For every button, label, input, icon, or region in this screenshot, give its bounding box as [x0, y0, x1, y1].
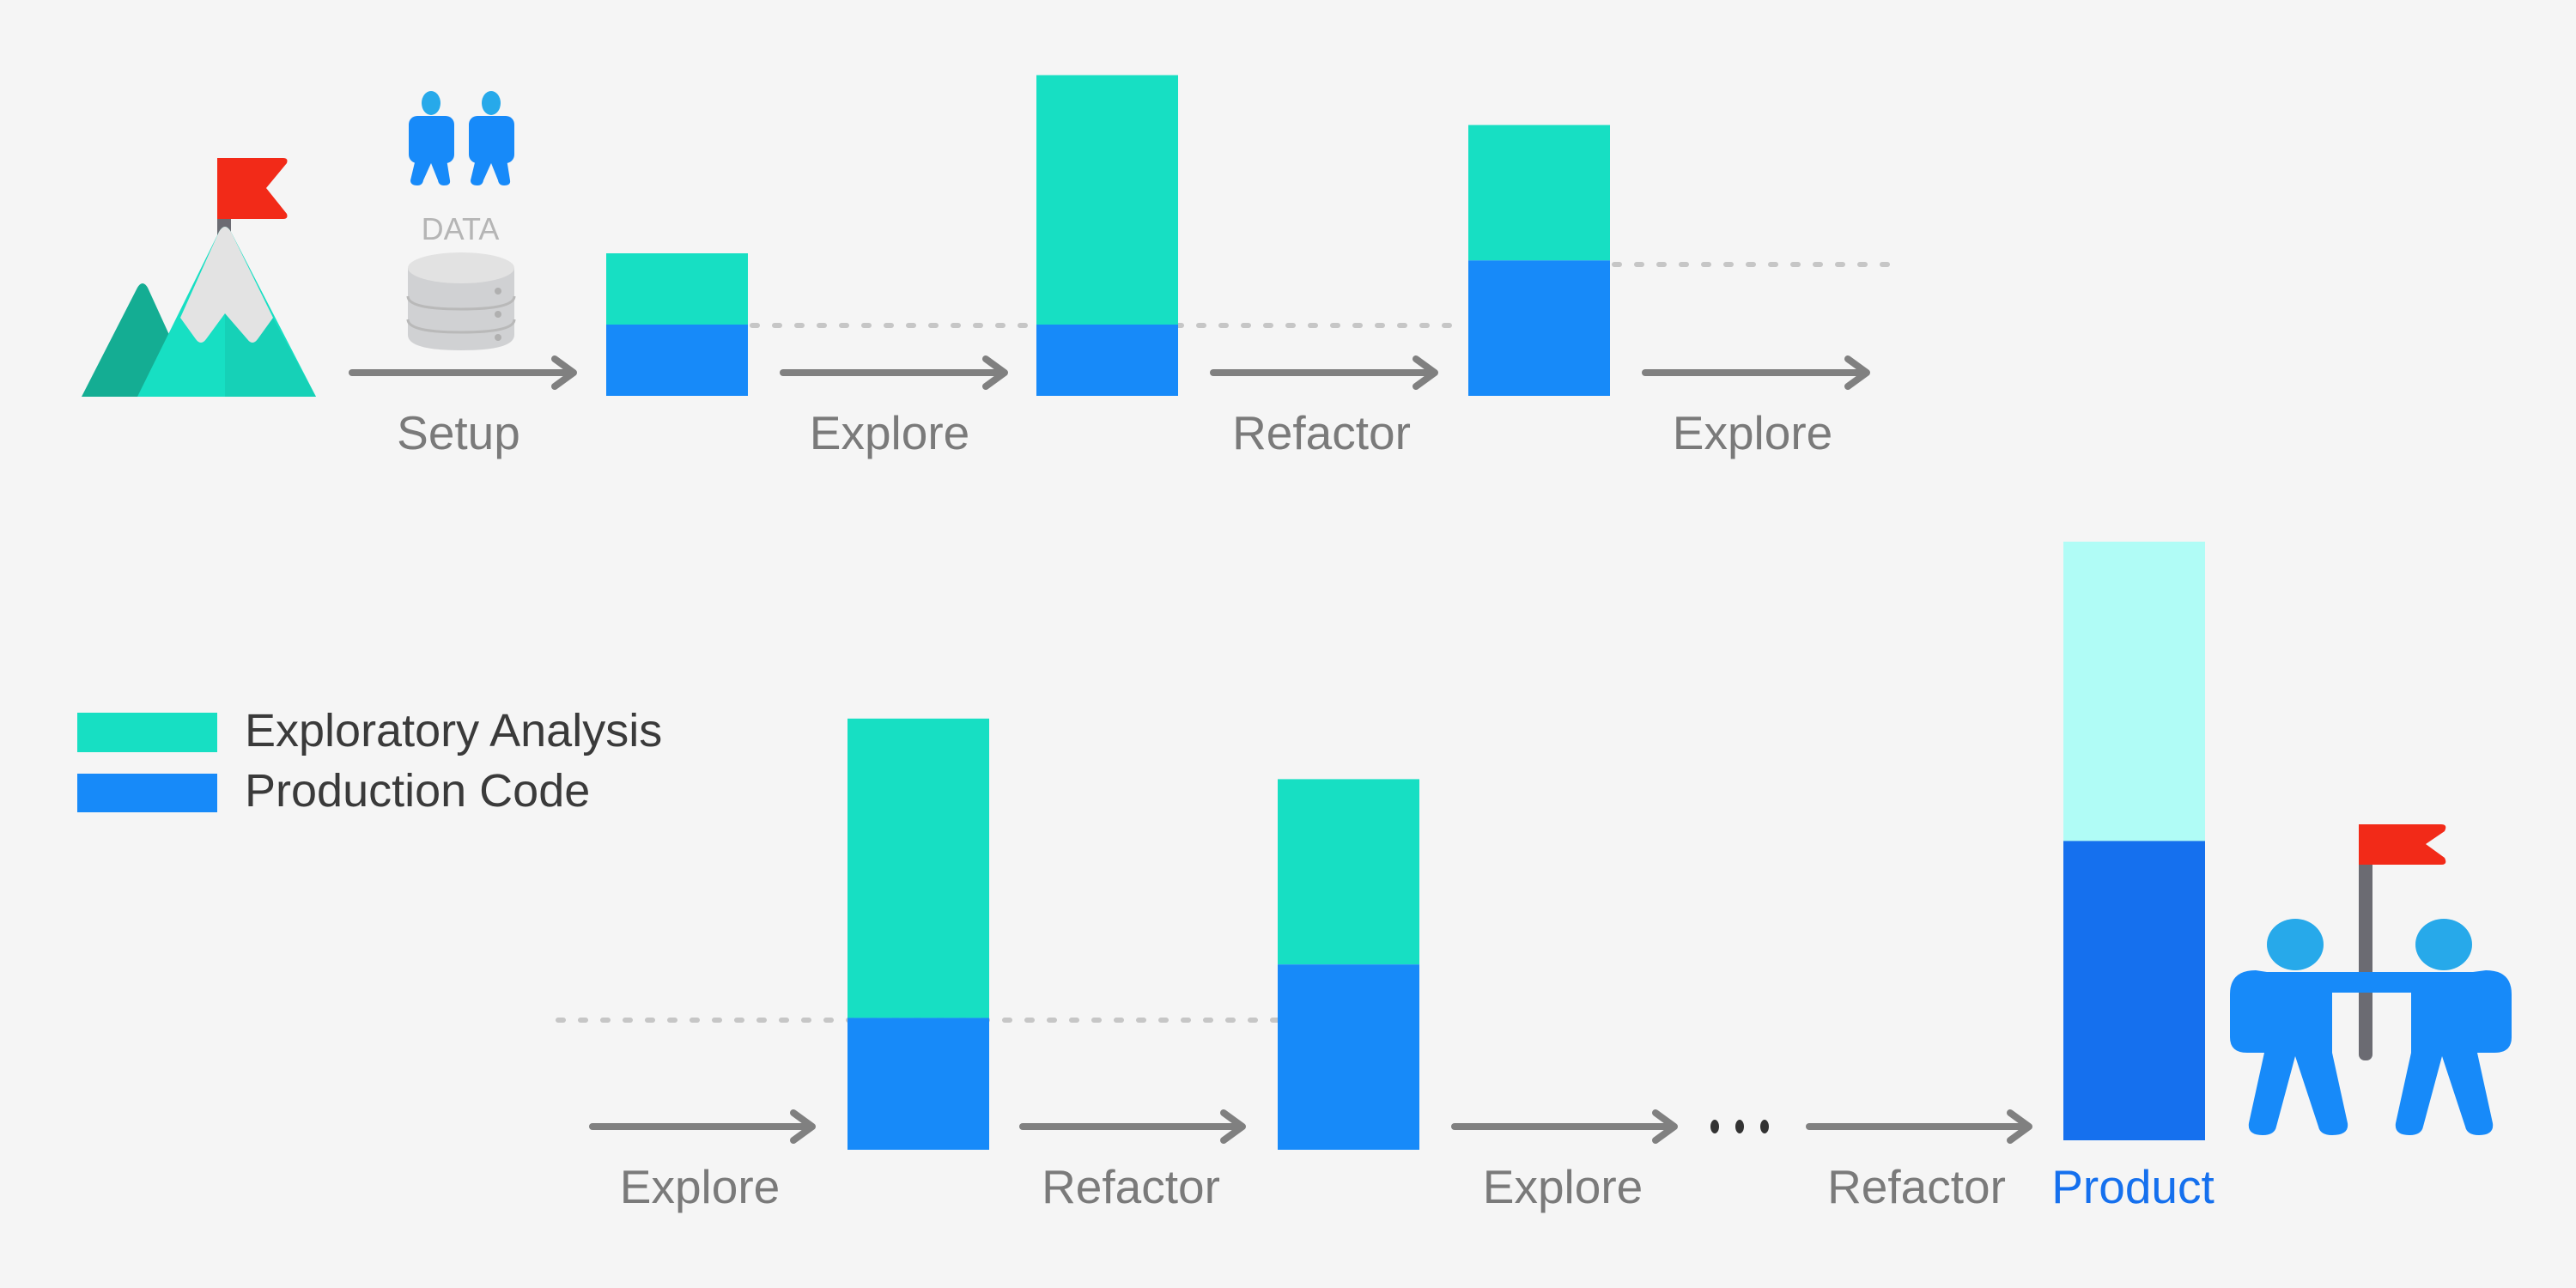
- data-label: DATA: [421, 211, 500, 246]
- bar-segment-exploratory: [2063, 541, 2205, 841]
- bar-segment-production: [606, 325, 748, 396]
- bar-segment-exploratory: [606, 253, 748, 325]
- step-label-refactor: Refactor: [1042, 1160, 1220, 1213]
- bars: [606, 75, 2205, 1150]
- team-flag-icon: [2230, 824, 2512, 1140]
- ellipsis-icon: [1710, 1120, 1769, 1133]
- database-icon: [406, 252, 516, 350]
- bar-segment-exploratory: [1468, 125, 1610, 261]
- arrow-icon: [589, 1109, 816, 1144]
- step-label-explore: Explore: [1482, 1160, 1643, 1213]
- arrow-icon: [1642, 355, 1870, 390]
- diagram-canvas: [82, 75, 2512, 1150]
- bar-segment-production: [1278, 964, 1419, 1150]
- bar-segment-exploratory: [1036, 75, 1178, 325]
- arrows: [349, 355, 2032, 1144]
- mountain-flag-icon: [82, 158, 316, 397]
- step-label-refactor: Refactor: [1827, 1160, 2006, 1213]
- bar-segment-production: [1036, 325, 1178, 396]
- bar-segment-production: [848, 1018, 989, 1150]
- arrow-icon: [1451, 1109, 1678, 1144]
- arrow-icon: [1210, 355, 1438, 390]
- dashed-lines: [556, 262, 1902, 1023]
- bar-segment-production: [1468, 260, 1610, 396]
- step-label-setup: Setup: [397, 406, 520, 459]
- arrow-icon: [780, 355, 1008, 390]
- step-label-refactor: Refactor: [1232, 406, 1411, 459]
- step-label-product: Product: [2051, 1160, 2215, 1213]
- two-people-icon: [409, 91, 514, 185]
- bar-segment-exploratory: [1278, 779, 1419, 965]
- step-label-explore: Explore: [1672, 406, 1833, 459]
- step-label-explore: Explore: [809, 406, 970, 459]
- arrow-icon: [1019, 1109, 1246, 1144]
- arrow-icon: [1806, 1109, 2032, 1144]
- bar-segment-exploratory: [848, 718, 989, 1018]
- step-label-explore: Explore: [619, 1160, 781, 1213]
- arrow-icon: [349, 355, 577, 390]
- bar-segment-production: [2063, 841, 2205, 1140]
